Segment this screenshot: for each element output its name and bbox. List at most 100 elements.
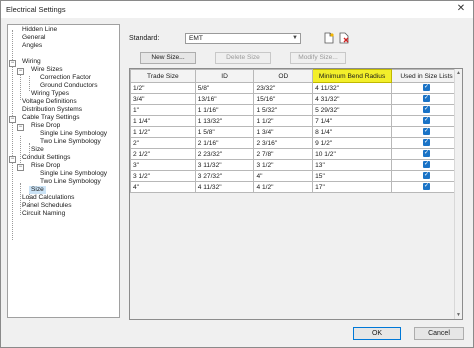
collapse-icon[interactable]: −	[17, 164, 24, 171]
tree-item-wiring-types[interactable]: Wiring Types	[31, 90, 69, 98]
tree-item-cable-tray-two-line[interactable]: Two Line Symbology	[40, 138, 101, 146]
table-cell[interactable]: 3 11/32"	[194, 159, 255, 171]
modify-size-button[interactable]: Modify Size...	[290, 52, 346, 64]
table-cell[interactable]: 17"	[312, 181, 393, 193]
table-cell[interactable]: 2 3/16"	[253, 137, 314, 149]
table-cell[interactable]: 5 29/32"	[312, 104, 393, 116]
tree-item-cable-tray-rise-drop[interactable]: Rise Drop	[31, 122, 60, 130]
column-header-trade-size[interactable]: Trade Size	[130, 69, 196, 83]
tree-item-conduit-size[interactable]: Size	[29, 186, 46, 194]
cancel-button[interactable]: Cancel	[414, 327, 464, 340]
table-cell[interactable]: 15/16"	[253, 93, 314, 105]
table-cell[interactable]: 2 23/32"	[194, 148, 255, 160]
table-row[interactable]: 3" 3 11/32" 3 1/2" 13" ✓	[130, 159, 462, 171]
table-cell[interactable]: 1 1/4"	[130, 115, 196, 127]
table-cell[interactable]: 4 1/2"	[253, 181, 314, 193]
table-cell[interactable]: 1 3/4"	[253, 126, 314, 138]
table-cell[interactable]: 4"	[253, 170, 314, 182]
tree-item-wiring[interactable]: Wiring	[22, 58, 41, 66]
ok-button[interactable]: OK	[353, 327, 401, 340]
table-cell[interactable]: 4 11/32"	[312, 82, 393, 94]
table-cell[interactable]: 1 1/2"	[130, 126, 196, 138]
table-cell[interactable]: 8 1/4"	[312, 126, 393, 138]
table-cell[interactable]: 2 1/2"	[130, 148, 196, 160]
standard-select[interactable]: EMT ▼	[185, 33, 301, 44]
table-row[interactable]: 3 1/2" 3 27/32" 4" 15" ✓	[130, 170, 462, 182]
tree-item-conduit-rise-drop[interactable]: Rise Drop	[31, 162, 60, 170]
table-cell[interactable]: 9 1/2"	[312, 137, 393, 149]
table-cell[interactable]: 15"	[312, 170, 393, 182]
table-cell[interactable]: 3/4"	[130, 93, 196, 105]
new-standard-icon[interactable]	[323, 32, 335, 44]
tree-item-load-calculations[interactable]: Load Calculations	[22, 194, 74, 202]
used-in-size-lists-checkbox[interactable]: ✓	[423, 161, 431, 169]
delete-standard-icon[interactable]	[338, 32, 350, 44]
table-cell[interactable]: 1 5/32"	[253, 104, 314, 116]
table-cell[interactable]: 1 13/32"	[194, 115, 255, 127]
scroll-down-icon[interactable]: ▼	[456, 312, 461, 318]
used-in-size-lists-checkbox[interactable]: ✓	[423, 95, 431, 103]
tree-item-wire-sizes[interactable]: Wire Sizes	[31, 66, 63, 74]
table-cell[interactable]: 13/16"	[194, 93, 255, 105]
tree-item-ground-conductors[interactable]: Ground Conductors	[40, 82, 98, 90]
table-cell[interactable]: 2"	[130, 137, 196, 149]
used-in-size-lists-checkbox[interactable]: ✓	[423, 84, 431, 92]
used-in-size-lists-checkbox[interactable]: ✓	[423, 172, 431, 180]
tree-item-hidden-line[interactable]: Hidden Line	[22, 26, 57, 34]
table-cell[interactable]: 13"	[312, 159, 393, 171]
column-header-used-in-size-lists[interactable]: Used in Size Lists	[391, 69, 462, 83]
table-row[interactable]: 1 1/4" 1 13/32" 1 1/2" 7 1/4" ✓	[130, 115, 462, 127]
used-in-size-lists-checkbox[interactable]: ✓	[423, 183, 431, 191]
table-row[interactable]: 3/4" 13/16" 15/16" 4 31/32" ✓	[130, 93, 462, 105]
tree-item-voltage-definitions[interactable]: Voltage Definitions	[22, 98, 77, 106]
table-cell[interactable]: 23/32"	[253, 82, 314, 94]
tree-item-correction-factor[interactable]: Correction Factor	[40, 74, 91, 82]
table-row[interactable]: 1 1/2" 1 5/8" 1 3/4" 8 1/4" ✓	[130, 126, 462, 138]
tree-item-conduit-two-line[interactable]: Two Line Symbology	[40, 178, 101, 186]
table-cell[interactable]: 1 1/16"	[194, 104, 255, 116]
table-row[interactable]: 2 1/2" 2 23/32" 2 7/8" 10 1/2" ✓	[130, 148, 462, 160]
delete-size-button[interactable]: Delete Size	[215, 52, 271, 64]
column-header-od[interactable]: OD	[253, 69, 314, 83]
table-cell[interactable]: 3 27/32"	[194, 170, 255, 182]
tree-item-distribution-systems[interactable]: Distribution Systems	[22, 106, 82, 114]
collapse-icon[interactable]: −	[17, 68, 24, 75]
tree-item-cable-tray-single-line[interactable]: Single Line Symbology	[40, 130, 107, 138]
collapse-icon[interactable]: −	[9, 156, 16, 163]
tree-item-angles[interactable]: Angles	[22, 42, 42, 50]
table-row[interactable]: 1/2" 5/8" 23/32" 4 11/32" ✓	[130, 82, 462, 94]
table-cell[interactable]: 3"	[130, 159, 196, 171]
new-size-button[interactable]: New Size...	[140, 52, 196, 64]
tree-item-panel-schedules[interactable]: Panel Schedules	[22, 202, 72, 210]
table-cell[interactable]: 3 1/2"	[253, 159, 314, 171]
collapse-icon[interactable]: −	[9, 60, 16, 67]
column-header-minimum-bend-radius[interactable]: Minimum Bend Radius	[312, 69, 393, 83]
table-cell[interactable]: 10 1/2"	[312, 148, 393, 160]
tree-item-cable-tray-settings[interactable]: Cable Tray Settings	[22, 114, 80, 122]
tree-item-conduit-single-line[interactable]: Single Line Symbology	[40, 170, 107, 178]
tree-item-general[interactable]: General	[22, 34, 45, 42]
table-cell[interactable]: 4 11/32"	[194, 181, 255, 193]
table-cell[interactable]: 1"	[130, 104, 196, 116]
tree-item-cable-tray-size[interactable]: Size	[31, 146, 44, 154]
table-cell[interactable]: 2 7/8"	[253, 148, 314, 160]
tree-item-conduit-settings[interactable]: Conduit Settings	[22, 154, 70, 162]
vertical-scrollbar[interactable]: ▲ ▼	[454, 69, 462, 319]
table-row[interactable]: 4" 4 11/32" 4 1/2" 17" ✓	[130, 181, 462, 193]
table-cell[interactable]: 1 1/2"	[253, 115, 314, 127]
close-icon[interactable]: ✕	[453, 2, 469, 16]
table-cell[interactable]: 3 1/2"	[130, 170, 196, 182]
table-cell[interactable]: 7 1/4"	[312, 115, 393, 127]
table-cell[interactable]: 5/8"	[194, 82, 255, 94]
tree-item-circuit-naming[interactable]: Circuit Naming	[22, 210, 65, 218]
scroll-up-icon[interactable]: ▲	[456, 70, 461, 76]
column-header-id[interactable]: ID	[194, 69, 255, 83]
used-in-size-lists-checkbox[interactable]: ✓	[423, 139, 431, 147]
table-cell[interactable]: 1 5/8"	[194, 126, 255, 138]
table-row[interactable]: 1" 1 1/16" 1 5/32" 5 29/32" ✓	[130, 104, 462, 116]
collapse-icon[interactable]: −	[17, 124, 24, 131]
table-cell[interactable]: 4"	[130, 181, 196, 193]
used-in-size-lists-checkbox[interactable]: ✓	[423, 128, 431, 136]
collapse-icon[interactable]: −	[9, 116, 16, 123]
used-in-size-lists-checkbox[interactable]: ✓	[423, 106, 431, 114]
